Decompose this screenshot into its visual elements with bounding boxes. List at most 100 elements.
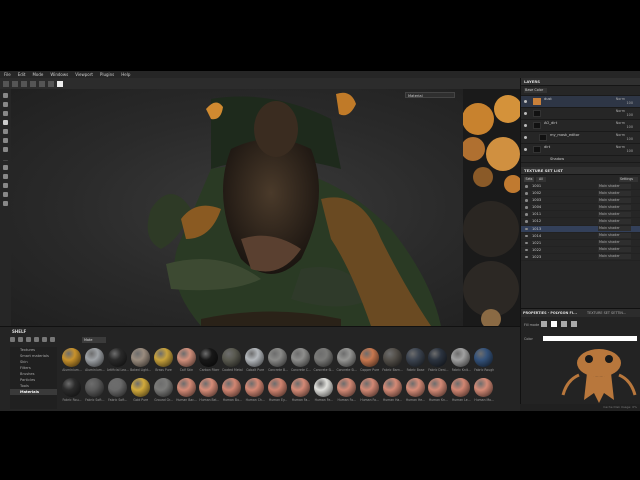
material-thumbnail[interactable]: Human Ha... [382,378,404,409]
layer-row[interactable]: AO_dirt Norm 100 [521,120,640,132]
2d-uv-view[interactable] [463,89,520,326]
eye-icon[interactable] [524,148,527,151]
polygon-fill-icon[interactable] [3,120,8,125]
material-thumbnail[interactable]: Human Kn... [427,378,449,409]
channel-select[interactable]: Base Color [524,87,547,93]
visibility-icon[interactable] [525,234,528,238]
menu-mode[interactable]: Mode [32,72,43,77]
texture-set-row[interactable]: 1003 Main shader [521,197,640,205]
layer-row[interactable]: dust Norm 100 [521,96,640,108]
texture-set-row[interactable]: 1001 Main shader [521,183,640,191]
visibility-icon[interactable] [525,185,528,188]
shader-select[interactable]: Main shader [598,218,631,224]
material-thumbnail[interactable]: Human Fe... [313,378,335,409]
color-swatch[interactable] [57,80,63,87]
material-thumbnail[interactable]: Human He... [405,378,427,409]
material-thumbnail[interactable]: Baked Light... [130,348,152,379]
material-thumbnail[interactable]: Human Bel... [198,378,220,409]
menu-edit[interactable]: Edit [18,72,26,77]
shader-select[interactable]: Main shader [598,233,631,239]
eye-icon[interactable] [524,124,527,127]
shader-select[interactable]: Main shader [598,254,631,260]
smudge-icon[interactable] [3,129,8,134]
texture-set-row[interactable]: 1021 Main shader [521,240,640,247]
material-thumbnail[interactable]: Artificial Lea... [107,348,129,379]
layer-blend[interactable]: Norm [616,145,625,149]
material-thumbnail[interactable]: Fabric Rou... [61,378,83,409]
fill-polygon-icon[interactable] [551,321,557,327]
material-thumbnail[interactable]: Fabric Base [405,348,427,379]
size-icon[interactable] [48,80,54,87]
material-thumbnail[interactable]: Human Fo... [359,378,381,409]
material-thumbnail[interactable]: Human Bu... [221,378,243,409]
tab-sets[interactable]: Sets [524,176,534,182]
layer-opacity[interactable]: 100 [627,137,633,141]
tab-properties[interactable]: PROPERTIES - POLYGON FI... [523,311,577,315]
material-thumbnail[interactable]: Fabric Deni... [427,348,449,379]
material-thumbnail[interactable]: Cobalt Pure [244,348,266,379]
eye-icon[interactable] [524,100,527,103]
visibility-icon[interactable] [525,192,528,195]
material-thumbnail[interactable]: Fabric Barn... [382,348,404,379]
texture-set-row[interactable]: 1012 Main shader [521,218,640,226]
brush-icon[interactable] [3,80,9,87]
layer-row[interactable]: Norm 100 [521,108,640,120]
paint-brush-icon[interactable] [3,93,8,98]
visibility-icon[interactable] [525,213,528,216]
shader-select[interactable]: Main shader [598,240,631,246]
visibility-icon[interactable] [525,227,528,231]
menu-viewport[interactable]: Viewport [75,72,93,77]
shelf-search-input[interactable]: Mate [82,337,106,343]
layer-opacity[interactable]: 100 [627,149,633,153]
texture-set-settings-icon[interactable] [3,201,8,206]
menu-windows[interactable]: Windows [50,72,68,77]
fill-uv-icon[interactable] [571,321,577,327]
layer-blend[interactable]: Norm [616,121,625,125]
stroke-icon[interactable] [21,80,27,87]
folder-icon[interactable] [10,337,15,342]
lazy-mouse-icon[interactable] [39,80,45,87]
shader-select[interactable]: Main shader [598,226,631,232]
shader-select[interactable]: Main shader [598,190,631,196]
material-thumbnail[interactable]: Human Fo... [336,378,358,409]
material-thumbnail[interactable]: Aluminium... [61,348,83,379]
3d-viewport[interactable]: Material [11,89,463,326]
material-thumbnail[interactable]: Concrete Si... [336,348,358,379]
material-thumbnail[interactable]: Copper Pure [359,348,381,379]
clone-icon[interactable] [3,138,8,143]
category-item-selected[interactable]: Materials [10,389,57,395]
layer-row[interactable]: my_mask_editor Norm 100 [521,132,640,144]
material-thumbnail[interactable]: Human Fa... [290,378,312,409]
material-thumbnail[interactable]: Concrete Si... [313,348,335,379]
texture-set-row[interactable]: 1002 Main shader [521,190,640,198]
shader-select[interactable]: Main shader [598,211,631,217]
material-thumbnail[interactable]: Aluminium... [84,348,106,379]
menu-help[interactable]: Help [121,72,130,77]
material-thumbnail[interactable]: Human Bac... [176,378,198,409]
fill-triangle-icon[interactable] [541,321,547,327]
menu-plugins[interactable]: Plugins [100,72,114,77]
fill-mesh-icon[interactable] [561,321,567,327]
visibility-icon[interactable] [525,241,528,245]
picker-icon[interactable] [3,147,8,152]
visibility-icon[interactable] [525,220,528,223]
new-icon[interactable] [26,337,31,342]
material-thumbnail[interactable]: Human Ey... [267,378,289,409]
material-thumbnail[interactable]: Human Ch... [244,378,266,409]
eye-icon[interactable] [524,136,527,139]
material-thumbnail[interactable]: Fabric Soft... [84,378,106,409]
material-thumbnail[interactable]: Ground Gr... [153,378,175,409]
layer-opacity[interactable]: 100 [627,101,633,105]
material-thumbnail[interactable]: Fabric Knit... [450,348,472,379]
projection-icon[interactable] [3,111,8,116]
layer-blend[interactable]: Norm [616,97,625,101]
history-icon[interactable] [3,183,8,188]
shader-select[interactable]: Main shader [598,183,631,189]
material-thumbnail[interactable]: Coated Metal [221,348,243,379]
visibility-icon[interactable] [525,206,528,209]
layer-opacity[interactable]: 100 [627,113,633,117]
layer-blend[interactable]: Norm [616,133,625,137]
layer-row[interactable]: Shadow [521,156,640,163]
viewport-mode-select[interactable]: Material [405,92,455,98]
eye-icon[interactable] [524,112,527,115]
